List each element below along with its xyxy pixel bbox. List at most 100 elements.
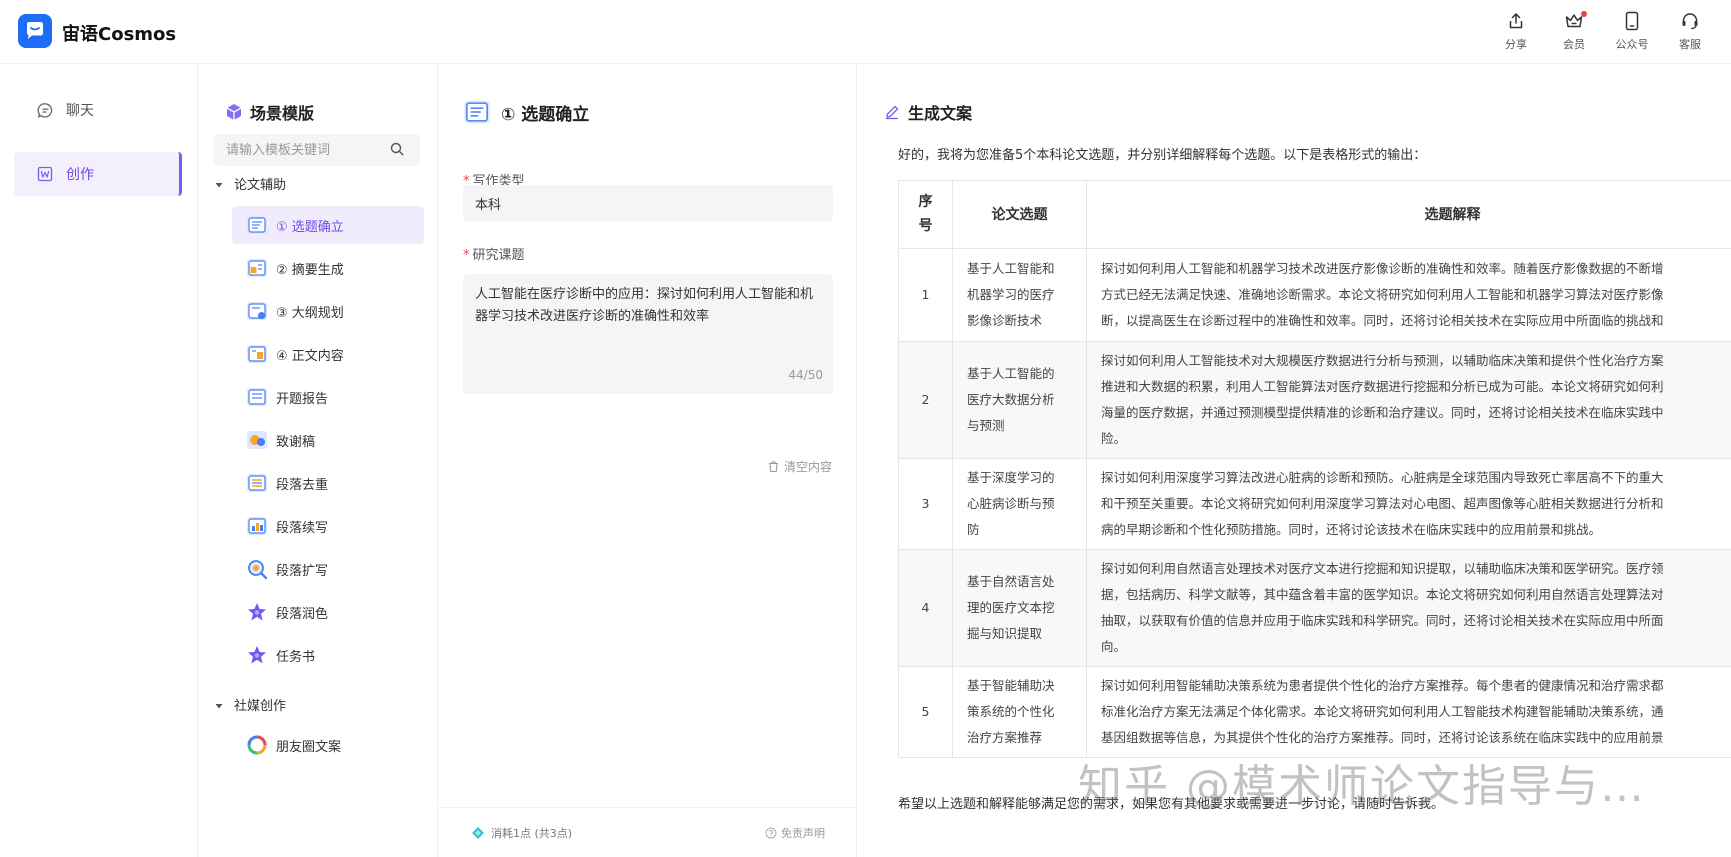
row-topic-line: 治疗方案推荐 [967,730,1043,745]
template-search-input[interactable] [214,134,384,166]
row-topic: 基于人工智能的 医疗大数据分析 与预测 [952,341,1087,459]
magnifier-icon [246,558,268,580]
row-explanation: 探讨如何利用智能辅助决策系统为患者提供个性化的治疗方案推荐。每个患者的健康情况和… [1086,666,1731,758]
nav-item-create[interactable]: 创作 [14,152,182,196]
template-item-moments[interactable]: 朋友圈文案 [232,726,424,764]
headset-icon [1679,10,1701,32]
left-nav: 聊天 创作 [0,64,198,857]
form-footer: 消耗1点 (共3点) 免责声明 [439,807,857,857]
row-topic-line: 基于人工智能的 [967,366,1055,381]
form-title: ① 选题确立 [463,98,589,126]
top-bar: 宙语Cosmos 分享 会员 公众号 客服 [0,0,1731,64]
template-item-label: 朋友圈文案 [276,739,342,755]
notification-dot [1581,11,1587,17]
row-topic-line: 影像诊断技术 [967,313,1043,328]
row-topic-line: 与预测 [967,418,1005,433]
row-explanation-line: 抽取，以获取有价值的信息并应用于临床实践和科学研究。同时，还将讨论相关技术在实际… [1101,613,1664,628]
row-topic-line: 基于智能辅助决 [967,678,1055,693]
row-explanation-line: 探讨如何利用智能辅助决策系统为患者提供个性化的治疗方案推荐。每个患者的健康情况和… [1101,678,1664,693]
group-thesis-assist[interactable]: 论文辅助 [214,174,286,193]
row-topic-line: 策系统的个性化 [967,704,1055,719]
header-explanation: 选题解释 [1086,180,1731,249]
outline-doc-icon [246,300,268,322]
clear-content-button[interactable]: 清空内容 [767,458,832,475]
research-topic-label: * 研究课题 [463,248,525,263]
dedupe-icon [246,472,268,494]
row-topic-line: 理的医疗文本挖 [967,600,1055,615]
row-topic-line: 医疗大数据分析 [967,392,1055,407]
table-header-row: 序号 论文选题 选题解释 [898,180,1731,249]
table-row: 1 基于人工智能和 机器学习的医疗 影像诊断技术 探讨如何利用人工智能和机器学习技术改进… [898,248,1731,342]
official-account-button[interactable]: 公众号 [1603,10,1661,52]
template-item-polish[interactable]: 段落润色 [232,593,424,631]
row-explanation-line: 探讨如何利用人工智能技术对大规模医疗数据进行分析与预测，以辅助临床决策和提供个性… [1101,353,1664,368]
char-count: 44/50 [788,368,823,382]
row-explanation-line: 断，以提高医生在诊断过程中的准确性和效率。同时，还将讨论相关技术在实际应用中所面… [1101,313,1664,328]
nav-item-chat-label: 聊天 [66,103,94,119]
group-social-media[interactable]: 社媒创作 [214,695,286,714]
row-topic: 基于人工智能和 机器学习的医疗 影像诊断技术 [952,248,1087,342]
star-icon [246,644,268,666]
research-topic-textarea[interactable]: 人工智能在医疗诊断中的应用：探讨如何利用人工智能和机器学习技术改进医疗诊断的准确… [463,274,833,394]
row-topic-line: 心脏病诊断与预 [967,496,1055,511]
nav-item-create-label: 创作 [66,167,94,183]
template-item-label: ④ 正文内容 [276,348,344,364]
row-explanation-line: 探讨如何利用深度学习算法改进心脏病的诊断和预防。心脏病是全球范围内导致死亡率居高… [1101,470,1664,485]
search-icon[interactable] [390,142,406,158]
row-topic-line: 基于深度学习的 [967,470,1055,485]
customer-service-button[interactable]: 客服 [1661,10,1719,52]
template-item-label: 段落去重 [276,477,329,493]
nav-item-chat[interactable]: 聊天 [14,88,182,132]
template-item-topic-selection[interactable]: ① 选题确立 [232,206,424,244]
row-explanation-line: 和干预至关重要。本论文将研究如何利用深度学习算法对心电图、超声图像等心脏相关数据… [1101,496,1664,511]
share-button[interactable]: 分享 [1487,10,1545,52]
template-panel-title: 场景模版 [250,100,315,126]
row-topic-line: 基于人工智能和 [967,261,1055,276]
template-item-label: 任务书 [276,649,316,665]
template-item-proposal[interactable]: 开题报告 [232,378,424,416]
template-item-acknowledgement[interactable]: 致谢稿 [232,421,424,459]
membership-button[interactable]: 会员 [1545,10,1603,52]
template-item-abstract[interactable]: ② 摘要生成 [232,249,424,287]
cost-info: 消耗1点 (共3点) [471,825,572,841]
word-doc-icon [36,165,54,183]
caret-down-icon [214,179,224,189]
template-item-dedupe[interactable]: 段落去重 [232,464,424,502]
header-topic: 论文选题 [952,180,1087,249]
row-topic-line: 掘与知识提取 [967,626,1043,641]
group-social-media-label: 社媒创作 [234,699,287,714]
table-row: 2 基于人工智能的 医疗大数据分析 与预测 探讨如何利用人工智能技术对大规模医疗数据进行… [898,341,1731,459]
trash-icon [767,460,780,473]
share-icon [1505,10,1527,32]
cost-text: 消耗1点 (共3点) [491,826,573,840]
app-logo-icon[interactable] [18,14,52,48]
row-explanation-line: 病的早期诊断和个性化预防措施。同时，还将讨论该技术在临床实践中的应用前景和挑战。 [1101,522,1602,537]
table-body: 1 基于人工智能和 机器学习的医疗 影像诊断技术 探讨如何利用人工智能和机器学习技术改进… [898,248,1731,758]
thanks-icon [246,429,268,451]
row-number: 4 [898,549,953,667]
document-icon [246,214,268,236]
template-search [214,134,420,166]
official-account-label: 公众号 [1615,38,1649,51]
disclaimer-label: 免责声明 [781,826,825,840]
pencil-icon [884,104,900,120]
row-explanation: 探讨如何利用人工智能和机器学习技术改进医疗影像诊断的准确性和效率。随着医疗影像数… [1086,248,1731,342]
writing-type-select[interactable]: 本科 [463,185,833,221]
form-title-text: ① 选题确立 [501,104,590,125]
template-item-outline[interactable]: ③ 大纲规划 [232,292,424,330]
template-item-continue[interactable]: 段落续写 [232,507,424,545]
disclaimer-link[interactable]: 免责声明 [765,825,825,841]
row-topic-line: 机器学习的医疗 [967,287,1055,302]
row-explanation-line: 险。 [1101,431,1127,446]
row-explanation: 探讨如何利用深度学习算法改进心脏病的诊断和预防。心脏病是全球范围内导致死亡率居高… [1086,458,1731,550]
result-table: 序号 论文选题 选题解释 1 基于人工智能和 机器学习的医疗 影像诊断技术 探讨如何利用… [898,180,1731,758]
template-item-assignment[interactable]: 任务书 [232,636,424,674]
header-num: 序号 [898,180,953,249]
membership-label: 会员 [1563,38,1585,51]
row-topic: 基于深度学习的 心脏病诊断与预防 [952,458,1087,550]
template-item-expand[interactable]: 段落扩写 [232,550,424,588]
template-item-body[interactable]: ④ 正文内容 [232,335,424,373]
template-panel-heading: 场景模版 [224,100,315,126]
row-explanation: 探讨如何利用自然语言处理技术对医疗文本进行挖掘和知识提取，以辅助临床决策和医学研… [1086,549,1731,667]
row-topic-line: 基于自然语言处 [967,574,1055,589]
